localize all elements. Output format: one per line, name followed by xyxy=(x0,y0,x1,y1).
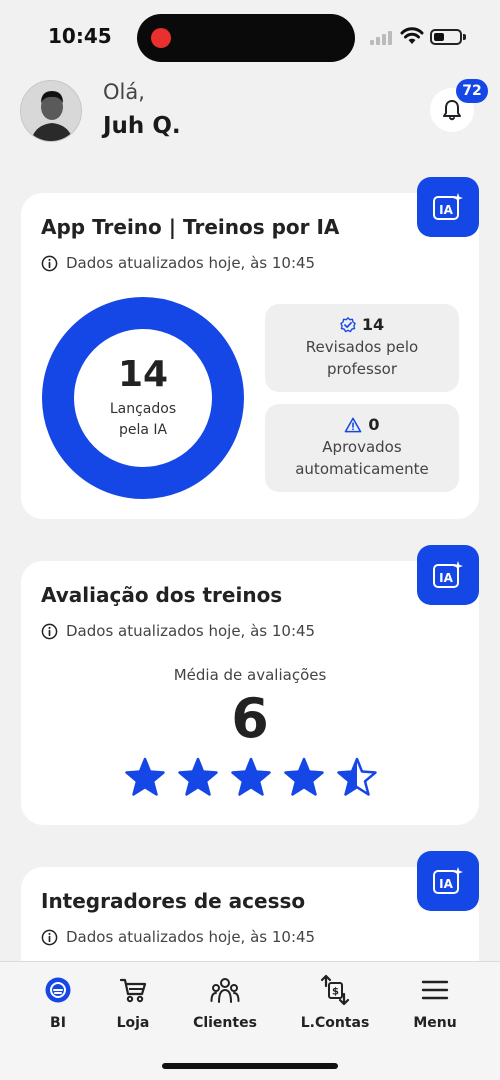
ia-button[interactable]: IA xyxy=(417,177,479,237)
warning-icon xyxy=(345,417,362,433)
ia-sparkle-icon: IA xyxy=(433,867,463,894)
average-value: 6 xyxy=(231,687,269,750)
card-title: App Treino | Treinos por IA xyxy=(41,215,340,239)
menu-icon xyxy=(421,980,449,1000)
updated-info: Dados atualizados hoje, às 10:45 xyxy=(41,622,315,640)
card-title: Avaliação dos treinos xyxy=(41,583,283,607)
donut-label: Lançados pela IA xyxy=(109,400,177,438)
dynamic-island xyxy=(137,14,355,62)
star-full-icon xyxy=(125,757,165,796)
accounts-icon: $ xyxy=(320,974,350,1006)
status-bar: 10:45 xyxy=(0,0,500,70)
recording-indicator-icon xyxy=(151,28,171,48)
card-title: Integradores de acesso xyxy=(41,889,306,913)
stat-aprovados: 0 Aprovados automaticamente xyxy=(265,404,459,492)
stat-label: Revisados pelo professor xyxy=(305,338,419,378)
notification-count-badge: 72 xyxy=(456,79,488,103)
nav-item-lcontas[interactable]: $ L.Contas xyxy=(290,974,380,1031)
updated-text: Dados atualizados hoje, às 10:45 xyxy=(66,928,316,946)
signal-icon xyxy=(370,29,396,45)
nav-label: Clientes xyxy=(193,1015,257,1031)
home-indicator xyxy=(162,1063,338,1069)
ia-sparkle-icon: IA xyxy=(433,561,463,588)
nav-label: L.Contas xyxy=(300,1015,370,1031)
star-full-icon xyxy=(231,757,271,796)
info-icon xyxy=(41,255,58,271)
check-badge-icon xyxy=(340,316,356,332)
battery-icon xyxy=(430,29,462,45)
updated-text: Dados atualizados hoje, às 10:45 xyxy=(66,254,316,272)
svg-text:IA: IA xyxy=(439,571,453,585)
stat-value: 0 xyxy=(368,415,380,435)
info-icon xyxy=(41,929,58,945)
updated-text: Dados atualizados hoje, às 10:45 xyxy=(66,622,316,640)
updated-info: Dados atualizados hoje, às 10:45 xyxy=(41,254,315,272)
nav-item-loja[interactable]: Loja xyxy=(88,974,178,1031)
nav-label: Menu xyxy=(413,1015,457,1031)
nav-label: Loja xyxy=(116,1015,150,1031)
star-full-icon xyxy=(284,757,324,796)
donut-value: 14 xyxy=(117,354,169,396)
ia-button[interactable]: IA xyxy=(417,851,479,911)
user-photo-icon xyxy=(21,81,81,141)
info-icon xyxy=(41,623,58,639)
people-icon xyxy=(210,978,240,1003)
ia-button[interactable]: IA xyxy=(417,545,479,605)
donut-chart: 14 Lançados pela IA xyxy=(41,296,245,500)
bell-icon xyxy=(443,100,461,121)
nav-item-menu[interactable]: Menu xyxy=(390,974,480,1031)
ia-sparkle-icon: IA xyxy=(433,193,463,220)
stat-revisados: 14 Revisados pelo professor xyxy=(265,304,459,392)
nav-item-clientes[interactable]: Clientes xyxy=(180,974,270,1031)
card-treinos-ia: App Treino | Treinos por IA Dados atuali… xyxy=(21,177,479,519)
star-rating xyxy=(125,757,377,797)
svg-text:IA: IA xyxy=(439,877,453,891)
user-name: Juh Q. xyxy=(103,113,181,139)
avatar[interactable] xyxy=(20,80,82,142)
stat-value: 14 xyxy=(361,315,385,335)
star-full-icon xyxy=(178,757,218,796)
cart-icon xyxy=(119,978,147,1003)
updated-info: Dados atualizados hoje, às 10:45 xyxy=(41,928,315,946)
wifi-icon xyxy=(400,27,424,44)
svg-text:IA: IA xyxy=(439,203,453,217)
star-half-icon xyxy=(337,757,377,796)
nav-label: BI xyxy=(50,1015,66,1031)
stat-label: Aprovados automaticamente xyxy=(295,438,429,478)
card-avaliacao: Avaliação dos treinos Dados atualizados … xyxy=(21,545,479,825)
bi-icon xyxy=(45,977,71,1003)
svg-text:$: $ xyxy=(332,987,339,998)
status-time: 10:45 xyxy=(48,24,112,48)
greeting-text: Olá, xyxy=(103,80,145,104)
average-label: Média de avaliações xyxy=(173,666,327,684)
